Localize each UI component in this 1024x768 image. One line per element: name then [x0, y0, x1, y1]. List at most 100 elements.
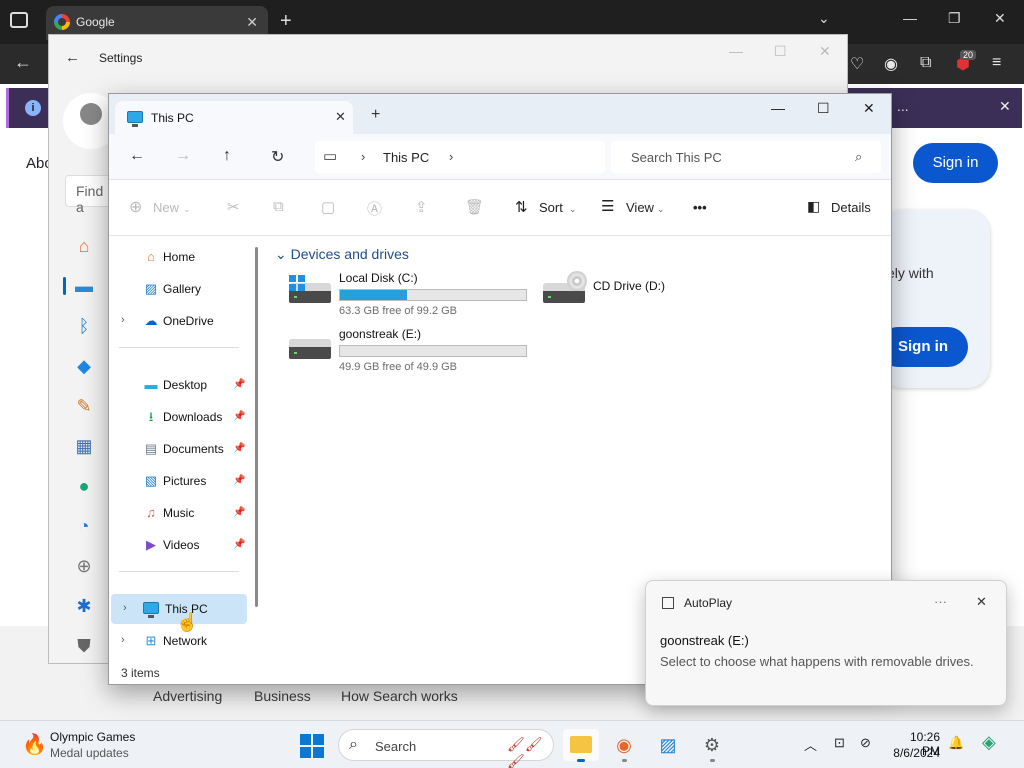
- copy-icon[interactable]: ⧉: [273, 198, 284, 215]
- sidebar-item-pictures[interactable]: ▧ Pictures 📌: [109, 466, 259, 496]
- view-button[interactable]: View: [626, 200, 654, 215]
- pocket-icon[interactable]: ♡: [850, 54, 864, 74]
- taskbar-file-explorer[interactable]: [563, 729, 599, 762]
- footer-link-advertising[interactable]: Advertising: [153, 688, 222, 704]
- sidebar-item-desktop[interactable]: ▬ Desktop 📌: [109, 370, 259, 400]
- tab-list-chevron-icon[interactable]: ⌄: [818, 10, 830, 27]
- pin-icon[interactable]: 📌: [233, 507, 245, 518]
- explorer-close-button[interactable]: ✕: [863, 100, 875, 117]
- paste-icon[interactable]: ▢: [321, 198, 335, 216]
- sidebar-item-downloads[interactable]: ⭳ Downloads 📌: [109, 402, 259, 432]
- new-button[interactable]: New: [153, 200, 179, 215]
- chevron-right-icon[interactable]: ›: [121, 634, 125, 646]
- sidebar-item-documents[interactable]: ▤ Documents 📌: [109, 434, 259, 464]
- sidebar-item-music[interactable]: ♫ Music 📌: [109, 498, 259, 528]
- removable-drive-icon[interactable]: ⊡: [834, 735, 845, 751]
- widget-title[interactable]: Olympic Games: [50, 730, 135, 744]
- drive-d[interactable]: CD Drive (D:): [543, 271, 793, 321]
- close-tab-icon[interactable]: ✕: [246, 14, 258, 31]
- close-tab-icon[interactable]: ✕: [335, 109, 346, 125]
- chevron-right-icon[interactable]: ›: [121, 314, 125, 326]
- notification-bell-icon[interactable]: 🔔: [948, 735, 964, 751]
- google-signin-button[interactable]: Sign in: [913, 143, 998, 183]
- explorer-minimize-button[interactable]: —: [771, 100, 785, 116]
- address-input[interactable]: ▭ › This PC ›: [315, 141, 605, 173]
- extensions-icon[interactable]: ⧉: [920, 54, 931, 72]
- drive-e[interactable]: goonstreak (E:) 49.9 GB free of 49.9 GB: [289, 327, 539, 377]
- settings-minimize-button[interactable]: —: [729, 43, 743, 59]
- network-icon[interactable]: ◆: [69, 351, 99, 381]
- home-icon[interactable]: ⌂: [69, 231, 99, 261]
- sidebar-item-label: OneDrive: [163, 314, 214, 328]
- settings-close-button[interactable]: ✕: [819, 43, 831, 60]
- autoplay-notification[interactable]: AutoPlay ··· ✕ goonstreak (E:) Select to…: [645, 580, 1007, 706]
- explorer-tab-this-pc[interactable]: This PC ✕: [115, 101, 353, 134]
- sidebar-scrollbar[interactable]: [255, 247, 258, 607]
- show-hidden-icons-chevron-icon[interactable]: ︿: [804, 735, 817, 754]
- taskbar-search[interactable]: ⌕ Search 🖌🖌🖌: [338, 729, 554, 768]
- more-options-button[interactable]: •••: [693, 200, 707, 215]
- menu-icon[interactable]: ≡: [992, 54, 1001, 72]
- drive-c[interactable]: Local Disk (C:) 63.3 GB free of 99.2 GB: [289, 271, 539, 321]
- search-input[interactable]: Search This PC ⌕: [611, 141, 881, 173]
- restore-button[interactable]: ❐: [948, 10, 961, 27]
- footer-link-business[interactable]: Business: [254, 688, 311, 704]
- sidebar-item-gallery[interactable]: ▨ Gallery: [109, 274, 259, 304]
- personalization-icon[interactable]: ✎: [69, 391, 99, 421]
- share-icon[interactable]: ⇪: [415, 198, 428, 216]
- sort-button[interactable]: Sort: [539, 200, 563, 215]
- widget-subtitle[interactable]: Medal updates: [50, 746, 129, 760]
- minimize-button[interactable]: —: [903, 10, 917, 26]
- tab-search-icon[interactable]: [10, 12, 28, 28]
- sidebar-item-home[interactable]: ⌂ Home: [109, 242, 259, 272]
- cut-icon[interactable]: ✂: [227, 198, 240, 216]
- explorer-new-tab-button[interactable]: +: [371, 106, 380, 124]
- address-segment[interactable]: This PC: [383, 150, 429, 165]
- system-icon[interactable]: ▬: [69, 271, 99, 301]
- chevron-right-icon[interactable]: ›: [449, 149, 453, 164]
- footer-link-how-search-works[interactable]: How Search works: [341, 688, 458, 704]
- time-icon[interactable]: ◔: [69, 511, 99, 541]
- up-button[interactable]: ↑: [223, 147, 231, 165]
- forward-button[interactable]: →: [175, 147, 191, 165]
- torch-icon[interactable]: 🔥: [22, 732, 47, 756]
- privacy-icon[interactable]: ⛊: [69, 631, 99, 661]
- pin-icon[interactable]: 📌: [233, 539, 245, 550]
- group-header[interactable]: ⌄ Devices and drives: [275, 246, 409, 263]
- close-window-button[interactable]: ✕: [994, 10, 1006, 27]
- accounts-icon[interactable]: ●: [69, 471, 99, 501]
- new-tab-button[interactable]: +: [280, 10, 292, 33]
- refresh-button[interactable]: ↻: [271, 147, 284, 167]
- delete-icon[interactable]: 🗑: [465, 198, 484, 216]
- pin-icon[interactable]: 📌: [233, 379, 245, 390]
- toast-close-button[interactable]: ✕: [976, 594, 987, 610]
- sidebar-item-onedrive[interactable]: › ☁ OneDrive: [109, 306, 259, 336]
- back-button[interactable]: ←: [129, 147, 145, 165]
- apps-icon[interactable]: ▦: [69, 431, 99, 461]
- copilot-icon[interactable]: ◈: [982, 732, 996, 753]
- chevron-right-icon[interactable]: ›: [361, 149, 365, 164]
- taskbar-firefox[interactable]: ◉: [606, 729, 642, 762]
- network-disconnected-icon[interactable]: ⊘: [860, 735, 871, 751]
- pin-icon[interactable]: 📌: [233, 411, 245, 422]
- taskbar-settings[interactable]: ⚙: [694, 729, 730, 762]
- info-bar-close-icon[interactable]: ✕: [999, 98, 1011, 115]
- clock-date[interactable]: 8/6/2024: [882, 746, 940, 760]
- chevron-right-icon[interactable]: ›: [123, 602, 127, 614]
- taskbar-photos[interactable]: ▨: [650, 729, 686, 761]
- account-icon[interactable]: ◉: [884, 54, 898, 74]
- sidebar-item-videos[interactable]: ▶ Videos 📌: [109, 530, 259, 560]
- start-button[interactable]: [300, 734, 324, 758]
- gaming-icon[interactable]: ⊕: [69, 551, 99, 581]
- explorer-maximize-button[interactable]: ☐: [817, 100, 830, 117]
- settings-back-button[interactable]: ←: [65, 49, 80, 66]
- details-button[interactable]: Details: [831, 200, 871, 215]
- settings-maximize-button[interactable]: ☐: [774, 43, 787, 60]
- rename-icon[interactable]: Ⓐ: [367, 198, 382, 219]
- pin-icon[interactable]: 📌: [233, 475, 245, 486]
- pin-icon[interactable]: 📌: [233, 443, 245, 454]
- accessibility-icon[interactable]: ✱: [69, 591, 99, 621]
- toast-more-button[interactable]: ···: [934, 594, 947, 609]
- browser-back-button[interactable]: ←: [14, 52, 32, 73]
- bluetooth-icon[interactable]: ᛒ: [69, 311, 99, 341]
